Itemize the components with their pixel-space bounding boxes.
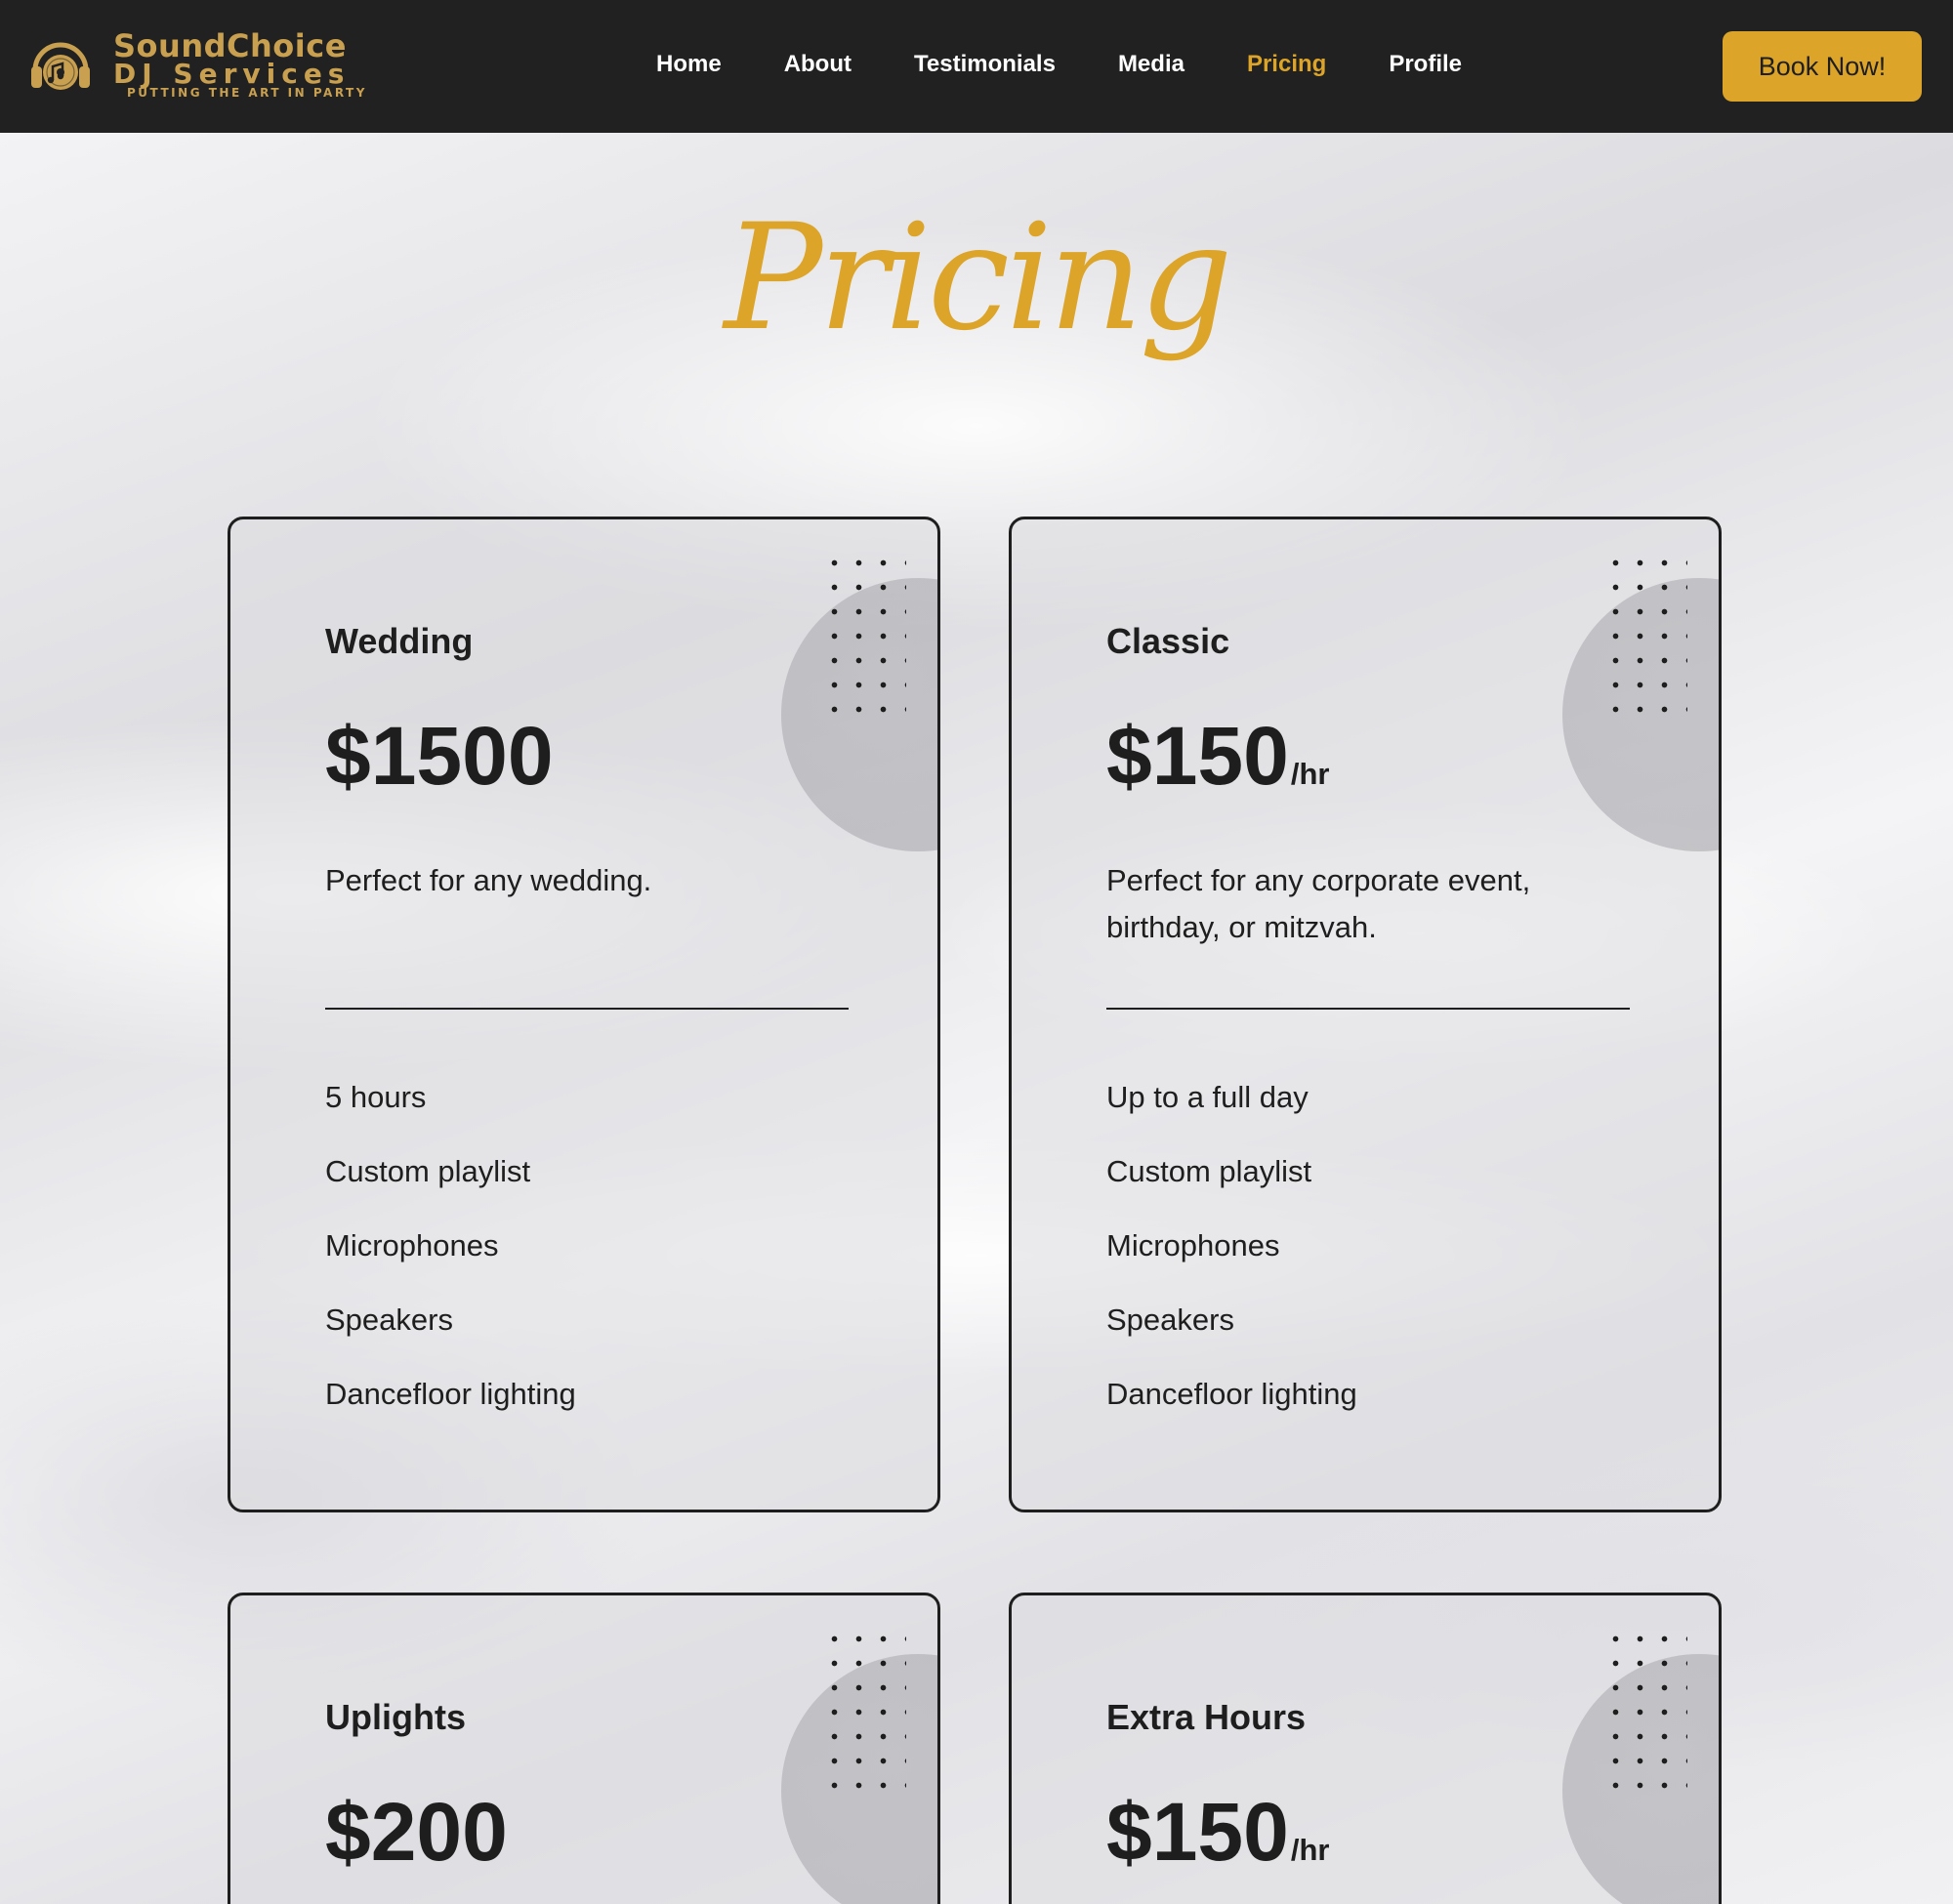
plan-name: Wedding xyxy=(325,621,474,661)
pricing-card-uplights: Uplights $200 xyxy=(228,1593,940,1904)
feature-item: Custom playlist xyxy=(1106,1154,1312,1188)
feature-item: Up to a full day xyxy=(1106,1080,1309,1114)
plan-price-amount: $150 xyxy=(1106,1786,1289,1878)
plan-price-amount: $200 xyxy=(325,1786,508,1878)
dot-grid-pattern xyxy=(1603,551,1687,730)
plan-price-unit: /hr xyxy=(1290,1833,1330,1867)
nav-pricing[interactable]: Pricing xyxy=(1247,51,1326,78)
plan-price-amount: $1500 xyxy=(325,710,554,802)
main-nav: Home About Testimonials Media Pricing Pr… xyxy=(656,51,1524,78)
nav-testimonials[interactable]: Testimonials xyxy=(914,51,1056,78)
plan-price: $200 xyxy=(325,1791,510,1873)
nav-profile[interactable]: Profile xyxy=(1389,51,1462,78)
pricing-card-extra-hours: Extra Hours $150/hr xyxy=(1009,1593,1722,1904)
feature-item: 5 hours xyxy=(325,1080,427,1114)
top-navbar: SoundChoice DJ Services PUTTING THE ART … xyxy=(0,0,1953,133)
feature-item: Dancefloor lighting xyxy=(325,1377,576,1411)
plan-name: Classic xyxy=(1106,621,1230,661)
plan-name: Uplights xyxy=(325,1697,466,1737)
headphones-record-icon xyxy=(31,42,90,90)
plan-price: $150/hr xyxy=(1106,1791,1330,1873)
dot-grid-pattern xyxy=(822,1627,906,1806)
plan-price: $150/hr xyxy=(1106,715,1330,797)
dot-grid-pattern xyxy=(822,551,906,730)
plan-price-amount: $150 xyxy=(1106,710,1289,802)
plan-name: Extra Hours xyxy=(1106,1697,1307,1737)
nav-about[interactable]: About xyxy=(784,51,852,78)
nav-home[interactable]: Home xyxy=(656,51,722,78)
feature-item: Custom playlist xyxy=(325,1154,531,1188)
nav-media[interactable]: Media xyxy=(1118,51,1184,78)
brand-logo[interactable]: SoundChoice DJ Services PUTTING THE ART … xyxy=(29,27,381,102)
feature-item: Speakers xyxy=(1106,1303,1234,1337)
plan-price: $1500 xyxy=(325,715,556,797)
feature-item: Microphones xyxy=(1106,1228,1280,1262)
pricing-card-classic: Classic $150/hr Perfect for any corporat… xyxy=(1009,517,1722,1512)
feature-item: Dancefloor lighting xyxy=(1106,1377,1357,1411)
divider xyxy=(325,1008,849,1010)
plan-description: Perfect for any wedding. xyxy=(325,863,652,897)
page-title: Pricing xyxy=(724,193,1232,363)
plan-price-unit: /hr xyxy=(1290,757,1330,791)
feature-item: Microphones xyxy=(325,1228,499,1262)
feature-item: Speakers xyxy=(325,1303,453,1337)
plan-features: 5 hours Custom playlist Microphones Spea… xyxy=(325,1078,576,1449)
pricing-card-wedding: Wedding $1500 Perfect for any wedding. 5… xyxy=(228,517,940,1512)
brand-tagline: PUTTING THE ART IN PARTY xyxy=(127,86,367,100)
brand-subname: DJ Services xyxy=(113,58,351,90)
plan-description: Perfect for any corporate event, birthda… xyxy=(1106,863,1531,945)
plan-features: Up to a full day Custom playlist Microph… xyxy=(1106,1078,1357,1449)
divider xyxy=(1106,1008,1630,1010)
dot-grid-pattern xyxy=(1603,1627,1687,1806)
book-now-button[interactable]: Book Now! xyxy=(1723,31,1922,102)
